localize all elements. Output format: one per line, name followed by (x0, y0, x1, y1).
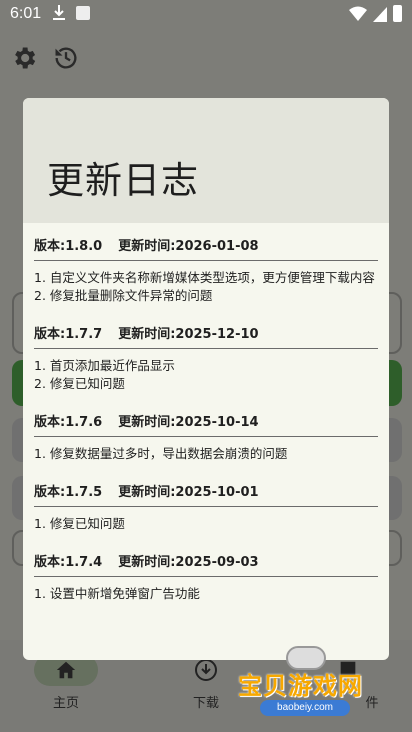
app-toolbar (10, 44, 80, 72)
dialog-header: 更新日志 (23, 98, 389, 223)
entry-item: 1. 修复数据量过多时，导出数据会崩溃的问题 (34, 446, 288, 461)
changelog-entry: 版本:1.8.0 更新时间:2026-01-08 1. 自定义文件夹名称新增媒体… (34, 235, 378, 305)
home-icon (56, 661, 76, 679)
entry-item: 1. 设置中新增免弹窗广告功能 (34, 586, 200, 601)
entry-time: 更新时间:2025-10-01 (118, 485, 259, 500)
nav-home[interactable]: 主页 (18, 654, 114, 711)
entry-time: 更新时间:2025-12-10 (118, 327, 259, 342)
nav-home-label: 主页 (52, 696, 79, 711)
signal-icon (373, 6, 387, 22)
app-notification-icon (76, 6, 90, 20)
download-status-icon (53, 5, 65, 20)
changelog-entry: 版本:1.7.4 更新时间:2025-09-03 1. 设置中新增免弹窗广告功能 (34, 551, 378, 603)
changelog-entry: 版本:1.7.5 更新时间:2025-10-01 1. 修复已知问题 (34, 481, 378, 533)
changelog-entry: 版本:1.7.7 更新时间:2025-12-10 1. 首页添加最近作品显示 2… (34, 323, 378, 393)
wifi-icon (349, 6, 367, 21)
changelog-dialog: 更新日志 版本:1.8.0 更新时间:2026-01-08 1. 自定义文件夹名… (23, 98, 389, 660)
gear-icon[interactable] (10, 44, 38, 72)
entry-header: 版本:1.7.4 更新时间:2025-09-03 (34, 551, 378, 577)
entry-version: 版本:1.7.5 (34, 485, 103, 500)
entry-header: 版本:1.7.5 更新时间:2025-10-01 (34, 481, 378, 507)
entry-version: 版本:1.8.0 (34, 239, 103, 254)
watermark-logo: 宝贝游戏网 baobeiy.com (232, 646, 382, 724)
entry-header: 版本:1.7.7 更新时间:2025-12-10 (34, 323, 378, 349)
entry-time: 更新时间:2026-01-08 (118, 239, 259, 254)
entry-header: 版本:1.8.0 更新时间:2026-01-08 (34, 235, 378, 261)
changelog-list[interactable]: 版本:1.8.0 更新时间:2026-01-08 1. 自定义文件夹名称新增媒体… (23, 223, 389, 603)
download-icon (195, 659, 217, 681)
entry-time: 更新时间:2025-09-03 (118, 555, 259, 570)
watermark-url: baobeiy.com (260, 700, 350, 716)
entry-item: 1. 自定义文件夹名称新增媒体类型选项，更方便管理下载内容 (34, 270, 375, 285)
entry-header: 版本:1.7.6 更新时间:2025-10-14 (34, 411, 378, 437)
nav-download-label: 下载 (192, 696, 219, 711)
entry-time: 更新时间:2025-10-14 (118, 415, 259, 430)
entry-item: 1. 修复已知问题 (34, 516, 125, 531)
entry-item: 2. 修复批量删除文件异常的问题 (34, 288, 213, 303)
entry-version: 版本:1.7.6 (34, 415, 103, 430)
status-bar: 6:01 (0, 0, 412, 30)
battery-icon (393, 5, 402, 22)
entry-version: 版本:1.7.7 (34, 327, 103, 342)
entry-item: 2. 修复已知问题 (34, 376, 125, 391)
watermark-text: 宝贝游戏网 (238, 672, 363, 700)
dialog-title: 更新日志 (47, 159, 199, 202)
entry-version: 版本:1.7.4 (34, 555, 103, 570)
changelog-entry: 版本:1.7.6 更新时间:2025-10-14 1. 修复数据量过多时，导出数… (34, 411, 378, 463)
entry-item: 1. 首页添加最近作品显示 (34, 358, 175, 373)
status-time: 6:01 (10, 5, 42, 22)
history-icon[interactable] (52, 44, 80, 72)
